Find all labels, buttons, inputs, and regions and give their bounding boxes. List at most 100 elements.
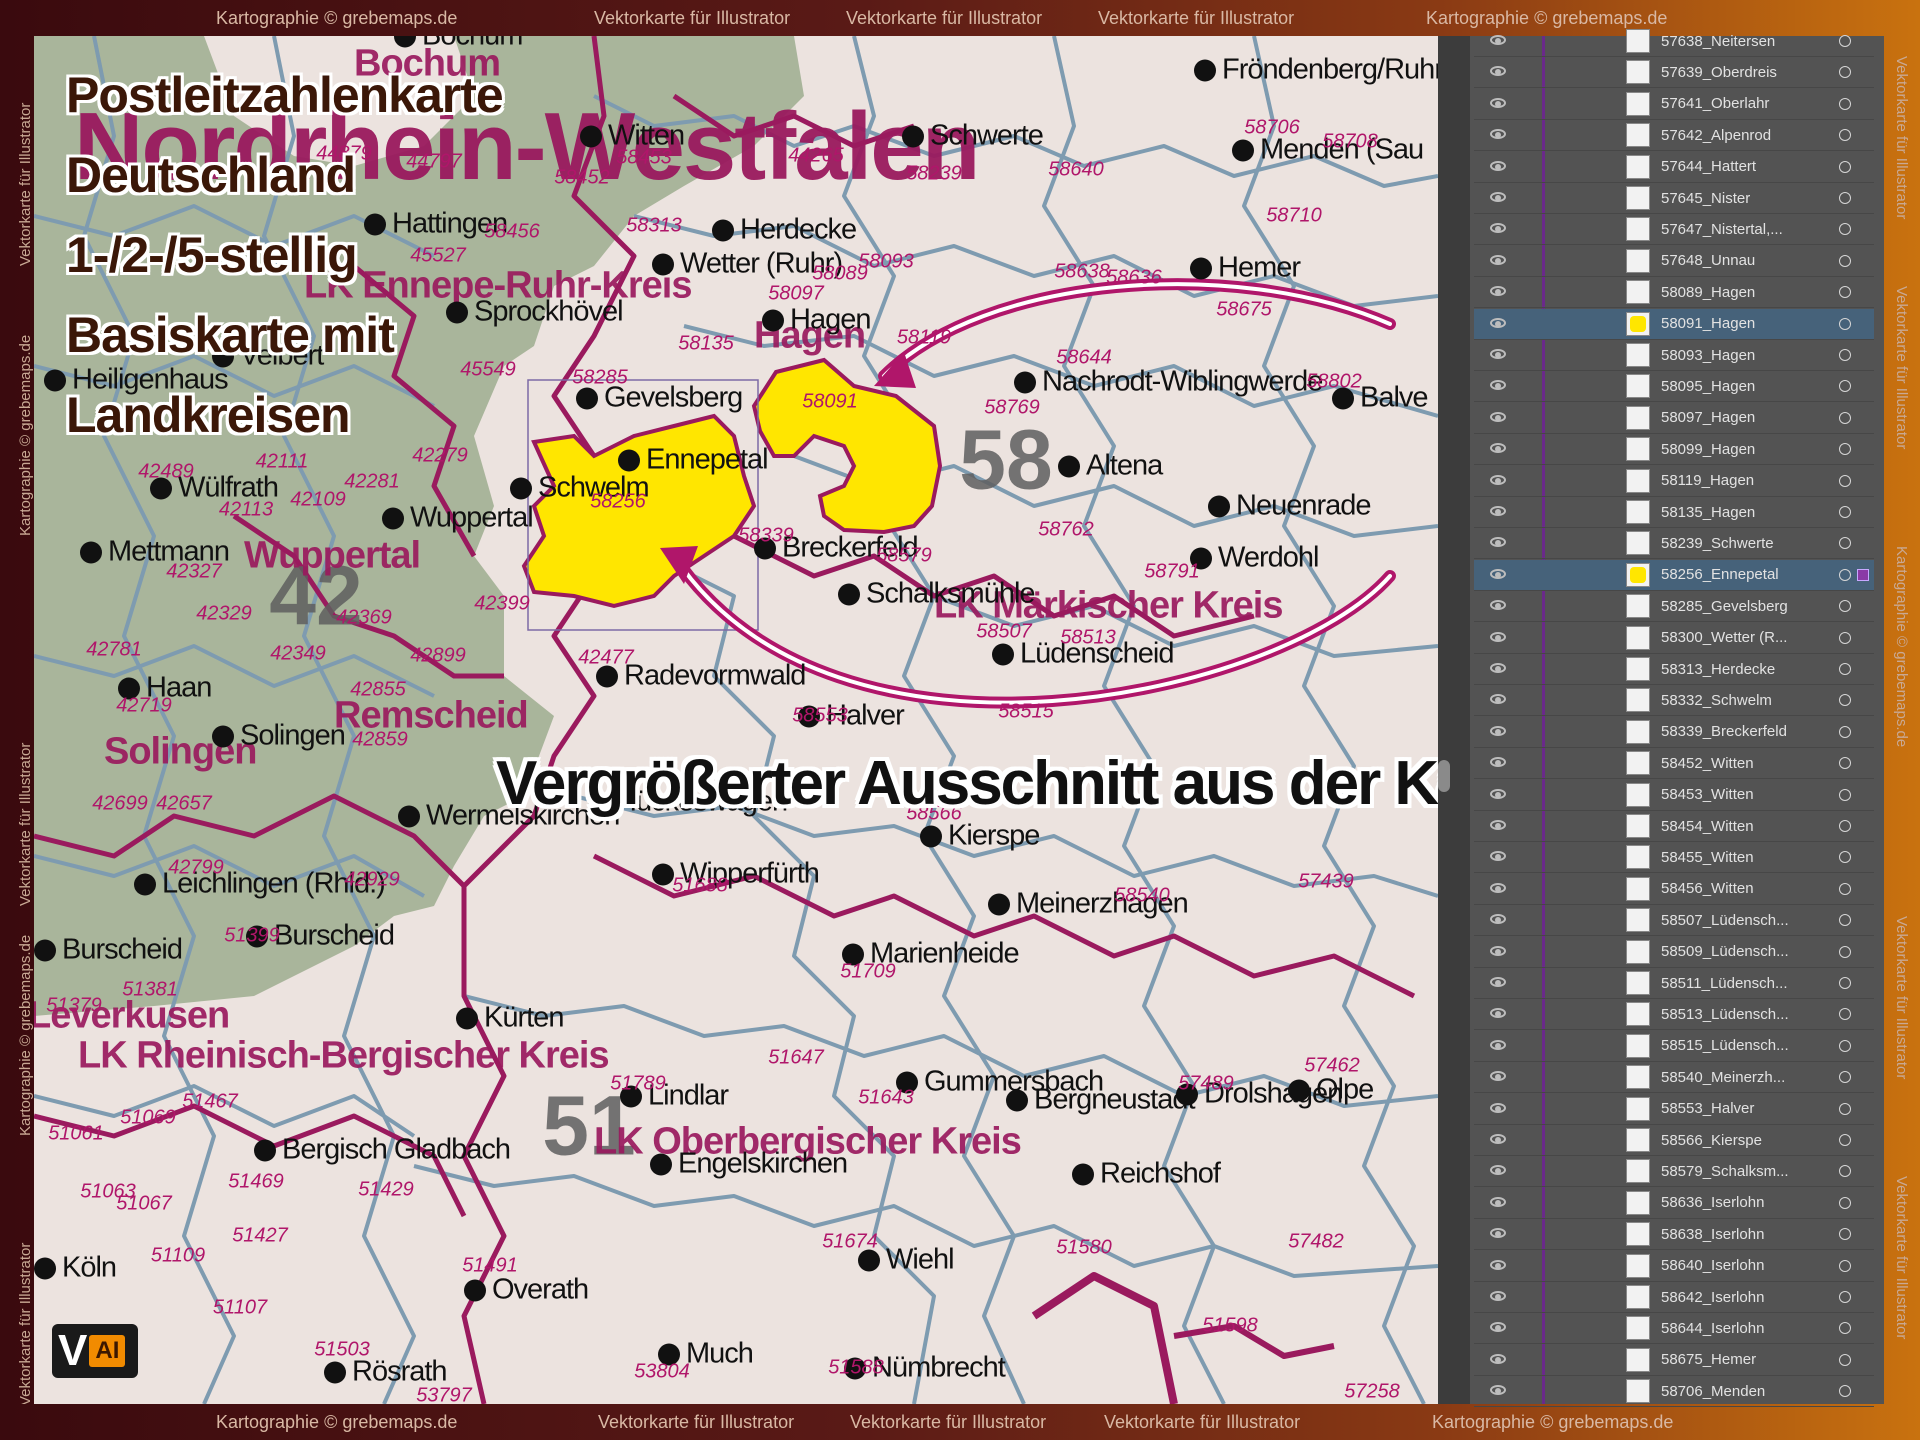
layer-name[interactable]: 58095_Hagen [1661, 378, 1821, 395]
target-circle-icon[interactable] [1839, 1228, 1851, 1241]
target-circle-icon[interactable] [1839, 1071, 1851, 1084]
eye-icon[interactable] [1490, 788, 1508, 801]
layer-name[interactable]: 58452_Witten [1661, 755, 1821, 772]
layer-row[interactable]: 57645_Nister [1474, 183, 1874, 214]
target-circle-icon[interactable] [1839, 1039, 1851, 1052]
layer-name[interactable]: 58239_Schwerte [1661, 535, 1821, 552]
layer-row[interactable]: 58093_Hagen [1474, 340, 1874, 371]
target-circle-icon[interactable] [1839, 223, 1851, 236]
eye-icon[interactable] [1490, 1102, 1508, 1115]
layer-name[interactable]: 58511_Lüdensch... [1661, 975, 1821, 992]
target-circle-icon[interactable] [1839, 286, 1851, 299]
eye-icon[interactable] [1490, 1228, 1508, 1240]
target-circle-icon[interactable] [1839, 568, 1851, 581]
layer-row[interactable]: 58675_Hemer [1474, 1345, 1874, 1376]
layer-row[interactable]: 58509_Lüdensch... [1474, 937, 1874, 968]
target-circle-icon[interactable] [1839, 851, 1851, 864]
eye-icon[interactable] [1490, 568, 1508, 581]
target-circle-icon[interactable] [1839, 254, 1851, 267]
target-circle-icon[interactable] [1839, 663, 1851, 675]
eye-icon[interactable] [1490, 1385, 1508, 1397]
target-circle-icon[interactable] [1839, 600, 1851, 613]
layer-name[interactable]: 58300_Wetter (R... [1661, 629, 1821, 646]
eye-icon[interactable] [1490, 977, 1508, 989]
layer-row[interactable]: 58313_Herdecke [1474, 654, 1874, 685]
eye-icon[interactable] [1490, 286, 1508, 298]
eye-icon[interactable] [1490, 160, 1508, 173]
eye-icon[interactable] [1490, 1322, 1508, 1334]
layer-row[interactable]: 58097_Hagen [1474, 403, 1874, 434]
layer-row[interactable]: 58642_Iserlohn [1474, 1282, 1874, 1313]
layer-name[interactable]: 57642_Alpenrod [1661, 127, 1821, 144]
eye-icon[interactable] [1490, 851, 1508, 863]
eye-icon[interactable] [1490, 757, 1508, 769]
target-circle-icon[interactable] [1839, 97, 1851, 110]
layer-row[interactable]: 58119_Hagen [1474, 466, 1874, 497]
eye-icon[interactable] [1490, 380, 1508, 392]
layer-row[interactable]: 58513_Lüdensch... [1474, 999, 1874, 1031]
layer-row[interactable]: 58300_Wetter (R... [1474, 623, 1874, 654]
layer-row[interactable]: 58540_Meinerzh... [1474, 1062, 1874, 1094]
layer-row[interactable]: 58239_Schwerte [1474, 528, 1874, 560]
layer-row[interactable]: 58644_Iserlohn [1474, 1313, 1874, 1345]
eye-icon[interactable] [1490, 66, 1508, 78]
layer-name[interactable]: 57638_Neitersen [1661, 33, 1821, 50]
layer-row[interactable]: 57644_Hattert [1474, 152, 1874, 183]
layer-row[interactable]: 57648_Unnau [1474, 246, 1874, 277]
eye-icon[interactable] [1490, 317, 1508, 330]
target-circle-icon[interactable] [1839, 129, 1851, 142]
eye-icon[interactable] [1490, 882, 1508, 895]
target-circle-icon[interactable] [1839, 1353, 1851, 1366]
eye-icon[interactable] [1490, 1353, 1508, 1366]
eye-icon[interactable] [1490, 192, 1508, 204]
layer-name[interactable]: 58515_Lüdensch... [1661, 1037, 1821, 1054]
target-circle-icon[interactable] [1839, 506, 1851, 518]
layer-name[interactable]: 58706_Menden [1661, 1383, 1821, 1400]
layer-name[interactable]: 58285_Gevelsberg [1661, 598, 1821, 615]
layer-row[interactable]: 58285_Gevelsberg [1474, 591, 1874, 623]
layer-name[interactable]: 58313_Herdecke [1661, 661, 1821, 678]
layer-name[interactable]: 57648_Unnau [1661, 252, 1821, 269]
layer-row[interactable]: 58640_Iserlohn [1474, 1251, 1874, 1282]
eye-icon[interactable] [1490, 945, 1508, 958]
eye-icon[interactable] [1490, 506, 1508, 518]
layer-name[interactable]: 58339_Breckerfeld [1661, 723, 1821, 740]
layer-row[interactable]: 58706_Menden [1474, 1376, 1874, 1408]
layer-row[interactable]: 58455_Witten [1474, 842, 1874, 874]
target-circle-icon[interactable] [1839, 725, 1851, 738]
layer-name[interactable]: 58089_Hagen [1661, 284, 1821, 301]
eye-icon[interactable] [1490, 820, 1508, 832]
layer-row[interactable]: 58452_Witten [1474, 748, 1874, 780]
target-circle-icon[interactable] [1839, 317, 1851, 330]
target-circle-icon[interactable] [1839, 35, 1851, 47]
target-circle-icon[interactable] [1839, 820, 1851, 832]
layer-row[interactable]: 58089_Hagen [1474, 277, 1874, 309]
layer-row[interactable]: 58454_Witten [1474, 811, 1874, 842]
eye-icon[interactable] [1490, 411, 1508, 424]
layer-name[interactable]: 57647_Nistertal,... [1661, 221, 1821, 238]
layer-name[interactable]: 58456_Witten [1661, 880, 1821, 897]
eye-icon[interactable] [1490, 600, 1508, 612]
eye-icon[interactable] [1490, 1165, 1508, 1177]
layer-row[interactable]: 57642_Alpenrod [1474, 120, 1874, 152]
layer-row[interactable]: 58553_Halver [1474, 1094, 1874, 1125]
layer-name[interactable]: 58642_Iserlohn [1661, 1289, 1821, 1306]
target-circle-icon[interactable] [1839, 945, 1851, 958]
target-circle-icon[interactable] [1839, 757, 1851, 770]
layer-name[interactable]: 58579_Schalksm... [1661, 1163, 1821, 1180]
target-circle-icon[interactable] [1839, 1259, 1851, 1272]
layer-row[interactable]: 57638_Neitersen [1474, 26, 1874, 57]
target-circle-icon[interactable] [1839, 882, 1851, 895]
target-circle-icon[interactable] [1839, 1196, 1851, 1209]
layer-row[interactable]: 58332_Schwelm [1474, 685, 1874, 717]
layer-name[interactable]: 58093_Hagen [1661, 347, 1821, 364]
panel-scroll-handle[interactable] [1438, 760, 1450, 792]
eye-icon[interactable] [1490, 914, 1508, 926]
layer-name[interactable]: 57644_Hattert [1661, 158, 1821, 175]
layer-row[interactable]: 58456_Witten [1474, 874, 1874, 905]
layer-row[interactable]: 58453_Witten [1474, 780, 1874, 811]
eye-icon[interactable] [1490, 129, 1508, 141]
layer-name[interactable]: 58507_Lüdensch... [1661, 912, 1821, 929]
layers-panel[interactable]: 57638_Neitersen 57639_Oberdreis 57641_Ober… [1438, 29, 1884, 1408]
eye-icon[interactable] [1490, 97, 1508, 110]
